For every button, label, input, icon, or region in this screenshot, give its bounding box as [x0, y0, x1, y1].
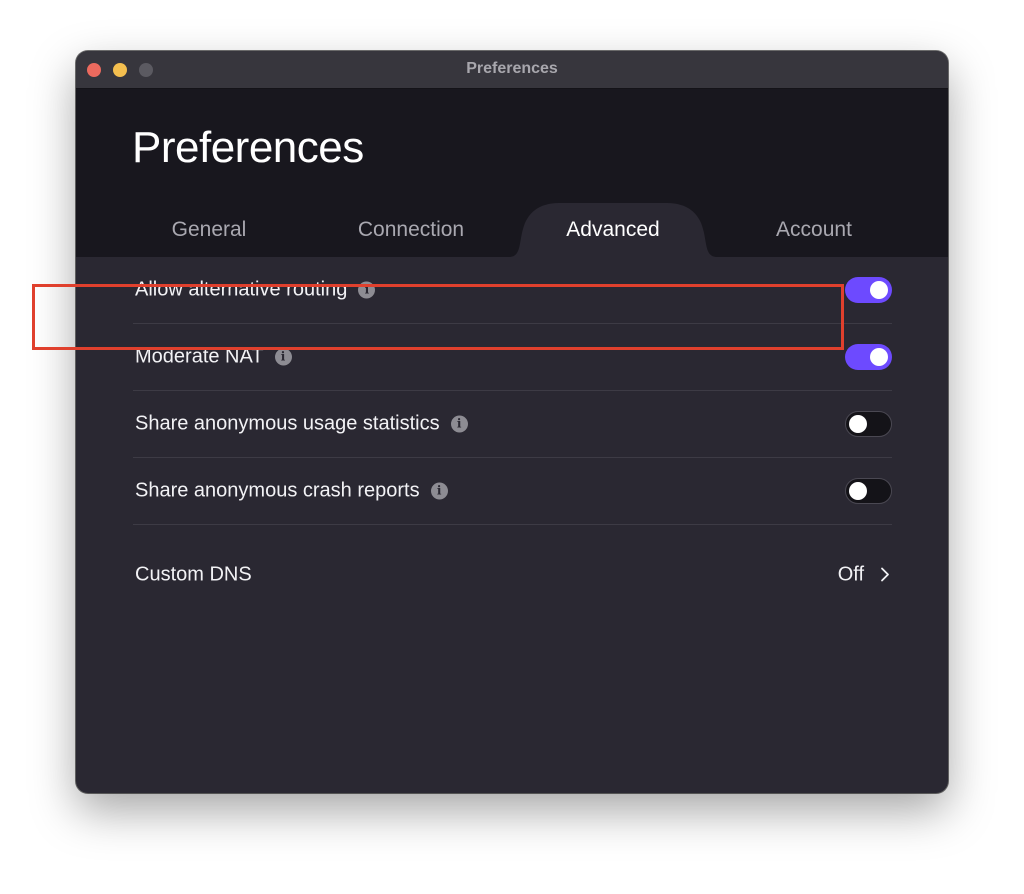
toggle-knob [870, 348, 888, 366]
chevron-right-icon [881, 567, 889, 582]
page-title: Preferences [132, 123, 364, 172]
title-bar[interactable]: Preferences [76, 51, 948, 89]
preferences-window: Preferences Preferences General Connecti… [76, 51, 948, 793]
info-icon[interactable]: i [430, 482, 448, 500]
setting-label: Moderate NAT [135, 345, 264, 368]
moderate-nat-toggle[interactable] [845, 344, 892, 370]
info-icon[interactable]: i [450, 415, 468, 433]
tab-bar: General Connection Advanced Account [76, 203, 948, 257]
toggle-knob [870, 281, 888, 299]
setting-row-crash-reports: Share anonymous crash reports i [133, 458, 892, 525]
custom-dns-row[interactable]: Custom DNS Off [133, 541, 892, 608]
tab-advanced[interactable]: Advanced [513, 203, 713, 257]
setting-label: Allow alternative routing [135, 278, 348, 301]
crash-reports-toggle[interactable] [845, 478, 892, 504]
toggle-knob [849, 482, 867, 500]
custom-dns-label: Custom DNS [135, 563, 252, 585]
setting-label: Share anonymous crash reports [135, 479, 420, 502]
tab-general[interactable]: General [109, 203, 309, 257]
setting-row-alternative-routing: Allow alternative routing i [133, 257, 892, 324]
usage-statistics-toggle[interactable] [845, 411, 892, 437]
info-icon[interactable]: i [274, 348, 292, 366]
setting-label: Share anonymous usage statistics [135, 412, 440, 435]
alternative-routing-toggle[interactable] [845, 277, 892, 303]
setting-row-usage-statistics: Share anonymous usage statistics i [133, 391, 892, 458]
tab-connection[interactable]: Connection [311, 203, 511, 257]
info-icon[interactable]: i [358, 281, 376, 299]
window-title: Preferences [466, 60, 558, 77]
custom-dns-value: Off [837, 563, 864, 585]
setting-row-moderate-nat: Moderate NAT i [133, 324, 892, 391]
toggle-knob [849, 415, 867, 433]
header: Preferences General Connection Advanced … [76, 89, 948, 257]
tab-account[interactable]: Account [714, 203, 914, 257]
